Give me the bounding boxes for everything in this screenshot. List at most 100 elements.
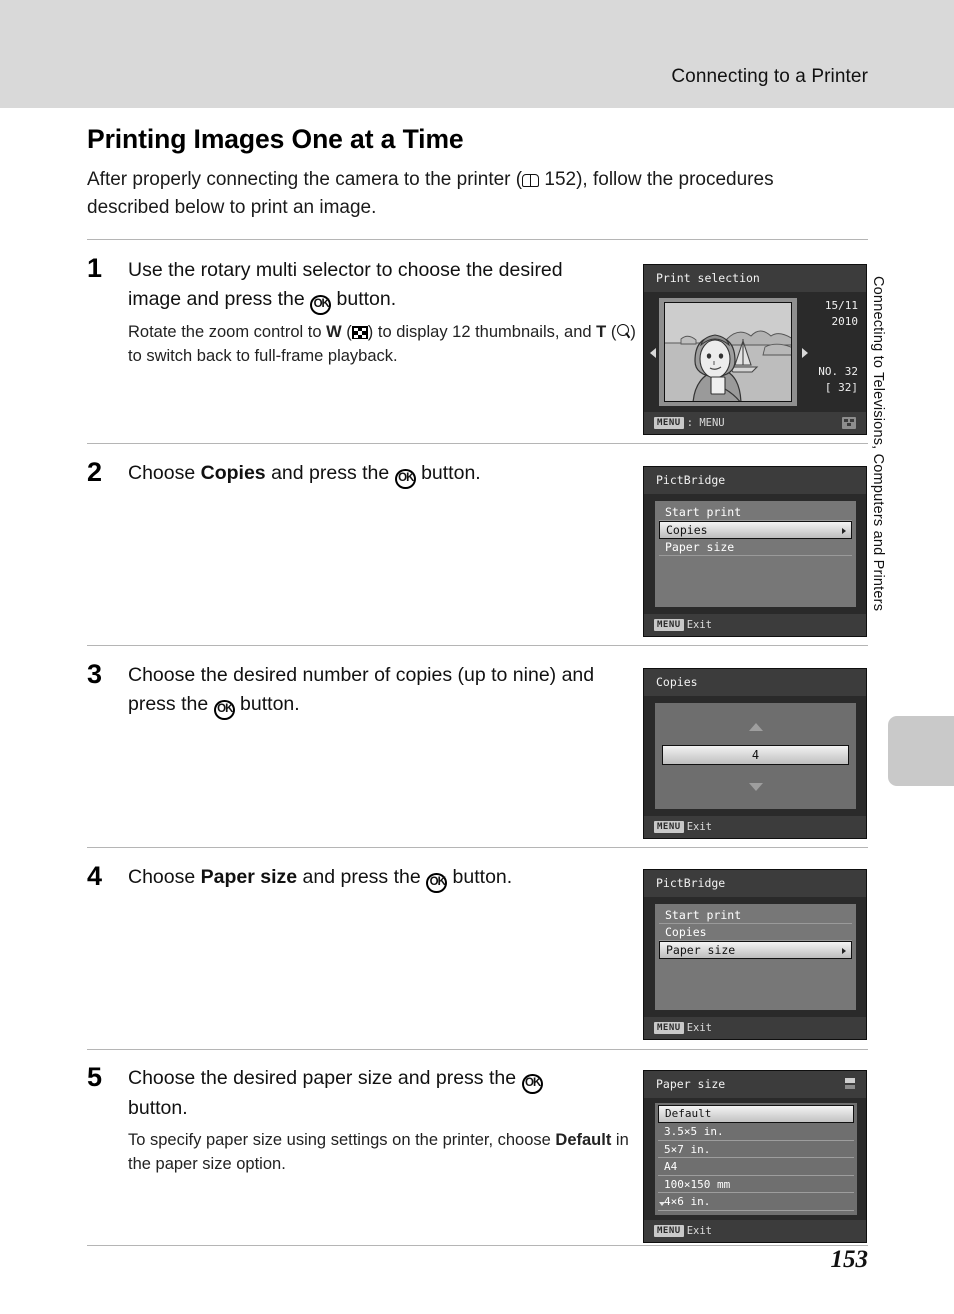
copies-value[interactable]: 4 xyxy=(662,745,849,765)
step-4-heading-text-b: and press the xyxy=(297,866,427,888)
thumbnail-toggle-icon[interactable] xyxy=(842,417,856,429)
screen-paper-size-title: Paper size xyxy=(644,1071,866,1098)
screen-copies-title: Copies xyxy=(644,669,866,696)
stepper-up-arrow-icon[interactable] xyxy=(748,723,763,731)
step-1-body-b: ( xyxy=(341,323,352,341)
menu-button-badge[interactable]: MENU xyxy=(654,1225,684,1237)
print-selection-footer-label: : MENU xyxy=(686,417,725,429)
copies-footer-label: Exit xyxy=(686,821,712,833)
pictbridge-copies-footer-label: Exit xyxy=(686,619,712,631)
menu-button-badge[interactable]: MENU xyxy=(654,417,684,429)
menu-item-start-print[interactable]: Start print xyxy=(659,504,852,521)
screen-print-selection-footer: MENU: MENU xyxy=(644,412,866,434)
stepper-down-arrow-icon[interactable] xyxy=(748,783,763,791)
step-divider-1 xyxy=(87,239,868,240)
step-3-heading-text-b: button. xyxy=(234,693,300,715)
default-option-name: Default xyxy=(555,1131,612,1149)
paper-size-option-4x6[interactable]: 4×6 in. xyxy=(658,1193,854,1211)
screen-paper-size-footer: MENU Exit xyxy=(644,1220,866,1242)
step-1-number: 1 xyxy=(87,253,103,283)
copies-stepper: 4 xyxy=(655,703,856,809)
step-2-menu-name: Copies xyxy=(200,462,266,484)
step-divider-4 xyxy=(87,847,868,848)
paper-size-footer-label: Exit xyxy=(686,1225,712,1237)
image-number-bracket: [ 32] xyxy=(824,381,858,394)
paper-size-option-5x7[interactable]: 5×7 in. xyxy=(658,1141,854,1158)
previous-image-arrow-icon[interactable] xyxy=(650,348,656,358)
ok-button-icon: OK xyxy=(394,468,416,489)
menu-item-start-print[interactable]: Start print xyxy=(659,907,852,924)
menu-button-badge[interactable]: MENU xyxy=(654,1022,684,1034)
screen-pictbridge-paper-body: Start print Copies Paper size xyxy=(644,897,866,1017)
step-1-body-c: ) to display 12 thumbnails, and xyxy=(367,323,597,341)
paper-size-list: Default 3.5×5 in. 5×7 in. A4 100×150 mm … xyxy=(655,1103,857,1215)
paper-size-option-a4[interactable]: A4 xyxy=(658,1158,854,1176)
step-4-number: 4 xyxy=(87,861,103,891)
step-divider-2 xyxy=(87,443,868,444)
step-1-heading: Use the rotary multi selector to choose … xyxy=(128,256,598,315)
image-number: NO. 32 xyxy=(818,365,858,378)
step-3-heading-text-a: Choose the desired number of copies (up … xyxy=(128,664,595,715)
ok-button-icon: OK xyxy=(426,872,448,893)
photo-thumbnail xyxy=(664,302,792,402)
screen-copies-body: 4 xyxy=(644,696,866,816)
menu-button-badge[interactable]: MENU xyxy=(654,821,684,833)
thumbnail-view-icon xyxy=(351,326,368,339)
ok-button-icon: OK xyxy=(310,294,332,315)
page-number: 153 xyxy=(830,1246,869,1273)
menu-button-badge[interactable]: MENU xyxy=(654,619,684,631)
screen-copies-footer: MENU Exit xyxy=(644,816,866,838)
paper-size-option-default[interactable]: Default xyxy=(658,1105,854,1123)
page-content: Printing Images One at a Time After prop… xyxy=(0,0,954,1314)
menu-item-paper-size[interactable]: Paper size xyxy=(659,941,852,959)
step-divider-3 xyxy=(87,645,868,646)
step-5-number: 5 xyxy=(87,1062,103,1092)
capture-date-line-2: 2010 xyxy=(831,315,859,328)
image-info: 15/11 2010 NO. 32 [ 32] xyxy=(796,298,858,396)
screen-copies: Copies 4 MENU Exit xyxy=(643,668,867,839)
zoom-wide-label: W xyxy=(326,323,342,341)
page-intro: After properly connecting the camera to … xyxy=(87,166,787,222)
menu-item-paper-size[interactable]: Paper size xyxy=(659,539,852,556)
page-title: Printing Images One at a Time xyxy=(87,124,464,154)
paper-size-option-100x150[interactable]: 100×150 mm xyxy=(658,1176,854,1193)
pictbridge-menu-list: Start print Copies Paper size xyxy=(655,904,856,1010)
step-2-heading-text-c: button. xyxy=(415,462,481,484)
screen-pictbridge-copies-body: Start print Copies Paper size xyxy=(644,494,866,614)
step-2-number: 2 xyxy=(87,457,103,487)
screen-pictbridge-paper-size: PictBridge Start print Copies Paper size… xyxy=(643,869,867,1040)
paper-size-indicator-icon xyxy=(845,1078,855,1090)
step-4-heading-text-c: button. xyxy=(447,866,513,888)
pictbridge-menu-list: Start print Copies Paper size xyxy=(655,501,856,607)
screen-pictbridge-copies: PictBridge Start print Copies Paper size… xyxy=(643,466,867,637)
step-5-heading: Choose the desired paper size and press … xyxy=(128,1064,598,1123)
screen-paper-size-body: Default 3.5×5 in. 5×7 in. A4 100×150 mm … xyxy=(644,1098,866,1220)
screen-paper-size: Paper size Default 3.5×5 in. 5×7 in. A4 … xyxy=(643,1070,867,1243)
step-4-heading: Choose Paper size and press the OK butto… xyxy=(128,863,598,893)
step-divider-5 xyxy=(87,1049,868,1050)
menu-item-copies[interactable]: Copies xyxy=(659,924,852,941)
zoom-tele-label: T xyxy=(596,323,607,341)
content-bottom-divider xyxy=(87,1245,868,1246)
step-1-body-a: Rotate the zoom control to xyxy=(128,323,327,341)
step-1-body: Rotate the zoom control to W ( ) to displ… xyxy=(128,320,638,368)
step-3-heading: Choose the desired number of copies (up … xyxy=(128,661,598,720)
step-1-heading-text-b: button. xyxy=(331,288,397,310)
screen-print-selection-title: Print selection xyxy=(644,265,866,292)
step-5-body: To specify paper size using settings on … xyxy=(128,1128,648,1176)
magnifier-icon xyxy=(616,324,630,339)
step-4-heading-text-a: Choose xyxy=(128,866,201,888)
step-5-heading-text-a: Choose the desired paper size and press … xyxy=(128,1067,522,1089)
screen-paper-size-title-label: Paper size xyxy=(656,1077,726,1091)
menu-item-copies[interactable]: Copies xyxy=(659,521,852,539)
step-4-menu-name: Paper size xyxy=(200,866,298,888)
screen-pictbridge-paper-title: PictBridge xyxy=(644,870,866,897)
screen-pictbridge-copies-title: PictBridge xyxy=(644,467,866,494)
step-5-heading-text-b: button. xyxy=(128,1097,188,1119)
step-3-number: 3 xyxy=(87,659,103,689)
paper-size-option-3-5x5[interactable]: 3.5×5 in. xyxy=(658,1123,854,1141)
screen-print-selection: Print selection 15/11 2010 NO. 32 [32] … xyxy=(643,264,867,435)
step-5-body-a: To specify paper size using settings on … xyxy=(128,1131,556,1149)
ok-button-icon: OK xyxy=(213,699,235,720)
ok-button-icon: OK xyxy=(521,1073,543,1094)
